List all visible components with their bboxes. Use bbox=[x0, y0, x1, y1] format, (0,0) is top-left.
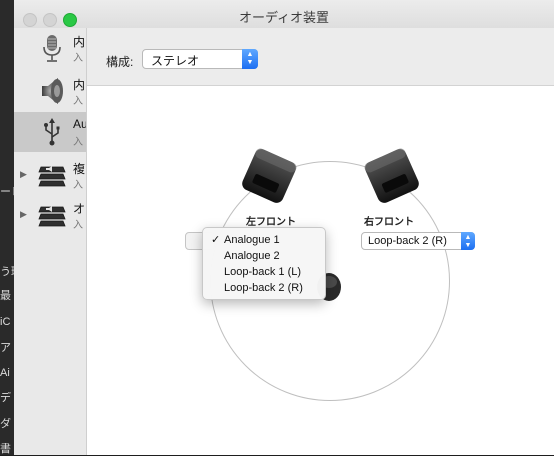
speaker-icon bbox=[42, 78, 63, 104]
chevron-updown-icon: ▲ ▼ bbox=[242, 49, 258, 69]
device-row[interactable]: ▶ 複 入 bbox=[14, 155, 86, 195]
device-subtitle: 入 bbox=[73, 180, 83, 191]
configuration-bar: 構成: ステレオ ▲ ▼ bbox=[87, 28, 554, 86]
device-subtitle: 入 bbox=[73, 137, 83, 148]
front-right-channel-popup[interactable]: Loop-back 2 (R) ▲ ▼ bbox=[361, 232, 475, 250]
background-text: ーレ bbox=[0, 186, 14, 198]
background-text: 書 bbox=[0, 443, 11, 455]
background-text: Ai bbox=[0, 367, 10, 379]
disclosure-triangle-icon[interactable]: ▶ bbox=[20, 169, 27, 180]
menu-item-analogue-1[interactable]: ✓ Analogue 1 bbox=[203, 232, 325, 248]
checkmark-icon: ✓ bbox=[211, 234, 221, 246]
configuration-label: 構成: bbox=[106, 55, 134, 69]
menu-item-loop-back-1[interactable]: Loop-back 1 (L) bbox=[203, 264, 325, 280]
configuration-popup-button[interactable]: ステレオ ▲ ▼ bbox=[142, 49, 258, 69]
device-row[interactable]: ▶ オ 入 bbox=[14, 195, 86, 235]
device-list: 内 入 内 入 Au 入 ▶ 複 入 ▶ オ 入 bbox=[14, 28, 87, 455]
device-row-selected[interactable]: Au 入 bbox=[14, 112, 86, 152]
front-right-label: 右フロント bbox=[364, 217, 414, 228]
background-text: ダ bbox=[0, 418, 11, 430]
device-row[interactable]: 内 入 bbox=[14, 28, 86, 68]
configuration-value: ステレオ bbox=[151, 54, 200, 68]
background-app-window: ーレ う環 最 iC ア Ai デ ダ 書 bbox=[0, 0, 14, 455]
menu-item-label: Analogue 1 bbox=[224, 234, 280, 246]
device-subtitle: 入 bbox=[73, 220, 83, 231]
front-right-channel-value: Loop-back 2 (R) bbox=[368, 235, 447, 247]
front-left-label: 左フロント bbox=[246, 217, 296, 228]
channel-popup-menu: ✓ Analogue 1 Analogue 2 Loop-back 1 (L) … bbox=[202, 227, 326, 300]
aggregate-device-icon bbox=[38, 206, 66, 227]
device-subtitle: 入 bbox=[73, 53, 83, 64]
chevron-updown-icon: ▲ ▼ bbox=[461, 232, 475, 250]
device-row[interactable]: 内 入 bbox=[14, 71, 86, 111]
device-name: 複 bbox=[73, 162, 86, 176]
device-name: 内 bbox=[73, 35, 86, 49]
menu-item-label: Analogue 2 bbox=[224, 250, 280, 262]
background-text: iC bbox=[0, 316, 11, 328]
background-text: ア bbox=[0, 342, 11, 354]
disclosure-triangle-icon[interactable]: ▶ bbox=[20, 209, 27, 220]
menu-item-label: Loop-back 1 (L) bbox=[224, 266, 302, 278]
background-text: 最 bbox=[0, 290, 11, 302]
background-text: う環 bbox=[0, 266, 14, 278]
device-subtitle: 入 bbox=[73, 96, 83, 107]
device-name: Au bbox=[73, 117, 87, 131]
aggregate-device-icon bbox=[38, 166, 66, 187]
microphone-icon bbox=[43, 35, 61, 62]
title-bar: オーディオ装置 bbox=[14, 0, 554, 29]
menu-item-analogue-2[interactable]: Analogue 2 bbox=[203, 248, 325, 264]
background-text: デ bbox=[0, 392, 11, 404]
device-name: オ bbox=[73, 202, 86, 216]
window-title: オーディオ装置 bbox=[238, 10, 330, 25]
device-name: 内 bbox=[73, 78, 86, 92]
usb-icon bbox=[44, 118, 60, 146]
menu-item-label: Loop-back 2 (R) bbox=[224, 282, 303, 294]
menu-item-loop-back-2[interactable]: Loop-back 2 (R) bbox=[203, 280, 325, 296]
